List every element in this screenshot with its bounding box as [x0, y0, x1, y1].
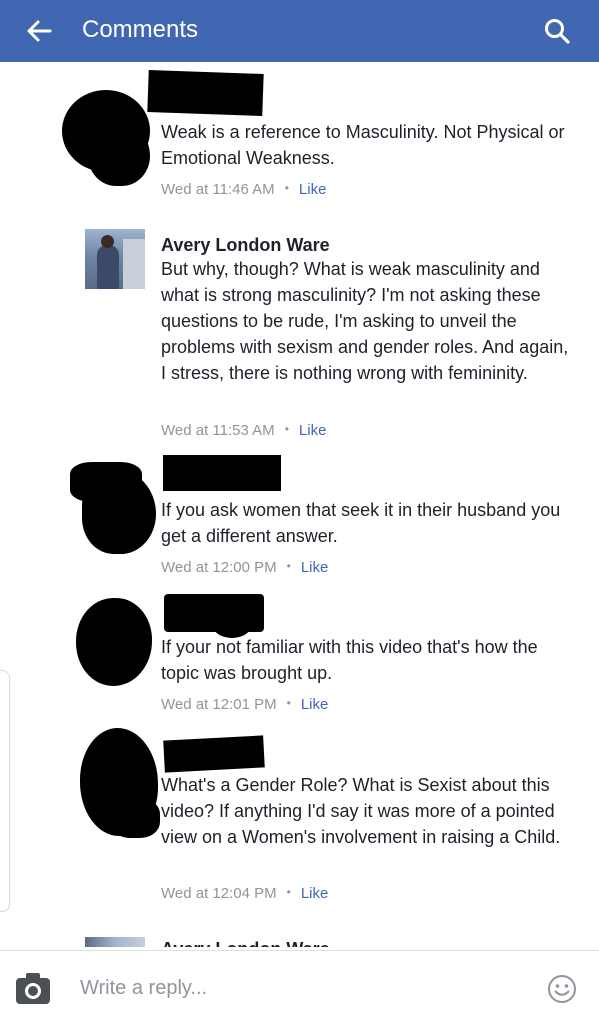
search-icon [545, 19, 570, 44]
avatar[interactable] [80, 728, 162, 840]
meta-separator: • [286, 559, 291, 573]
comment-text: What's a Gender Role? What is Sexist abo… [161, 775, 561, 847]
comment-timestamp: Wed at 12:01 PM [161, 696, 277, 713]
comment-text: But why, though? What is weak masculinit… [161, 259, 569, 383]
like-button[interactable]: Like [301, 559, 329, 576]
avatar[interactable] [58, 80, 158, 186]
like-button[interactable]: Like [301, 696, 329, 713]
search-button[interactable] [538, 12, 576, 50]
like-button[interactable]: Like [301, 885, 329, 902]
meta-separator: • [286, 885, 291, 899]
back-button[interactable] [22, 14, 56, 48]
comment-author[interactable]: Avery London Ware [161, 938, 330, 947]
camera-icon [16, 973, 50, 1004]
comment-meta: Wed at 12:04 PM • Like [161, 882, 328, 904]
emoji-button[interactable] [546, 973, 578, 1005]
comment-timestamp: Wed at 12:04 PM [161, 885, 277, 902]
comment-timestamp: Wed at 12:00 PM [161, 559, 277, 576]
meta-separator: • [286, 696, 291, 710]
comment-meta: Wed at 12:00 PM • Like [161, 556, 328, 578]
meta-separator: • [284, 181, 289, 195]
emoji-icon [548, 975, 576, 1003]
comment-text: If your not familiar with this video tha… [161, 637, 538, 683]
comment-meta: Wed at 11:53 AM • Like [161, 419, 326, 441]
reply-input[interactable] [80, 973, 500, 1003]
author-name-redacted [147, 70, 264, 116]
back-arrow-icon [27, 20, 52, 42]
comment-timestamp: Wed at 11:53 AM [161, 422, 275, 439]
avatar[interactable] [68, 452, 158, 557]
comments-list[interactable]: Weak is a reference to Masculinity. Not … [0, 62, 599, 947]
author-name-redacted [163, 455, 281, 491]
comment-timestamp: Wed at 11:46 AM [161, 181, 275, 198]
comment-meta: Wed at 12:01 PM • Like [161, 693, 328, 715]
comment-text: If you ask women that seek it in their h… [161, 500, 561, 546]
chat-head-edge[interactable] [0, 670, 10, 912]
avatar[interactable] [85, 229, 145, 289]
camera-button[interactable] [14, 970, 52, 1006]
meta-separator: • [284, 422, 289, 436]
like-button[interactable]: Like [299, 422, 327, 439]
header-bar: Comments [0, 0, 599, 62]
like-button[interactable]: Like [299, 181, 327, 198]
author-name-redacted [163, 735, 265, 773]
comment-meta: Wed at 11:46 AM • Like [161, 178, 326, 200]
avatar[interactable] [72, 594, 158, 690]
comment-text: Weak is a reference to Masculinity. Not … [161, 122, 565, 168]
avatar[interactable] [85, 937, 145, 947]
comment-author[interactable]: Avery London Ware [161, 234, 330, 256]
page-title: Comments [82, 16, 199, 43]
reply-composer [0, 950, 599, 1025]
